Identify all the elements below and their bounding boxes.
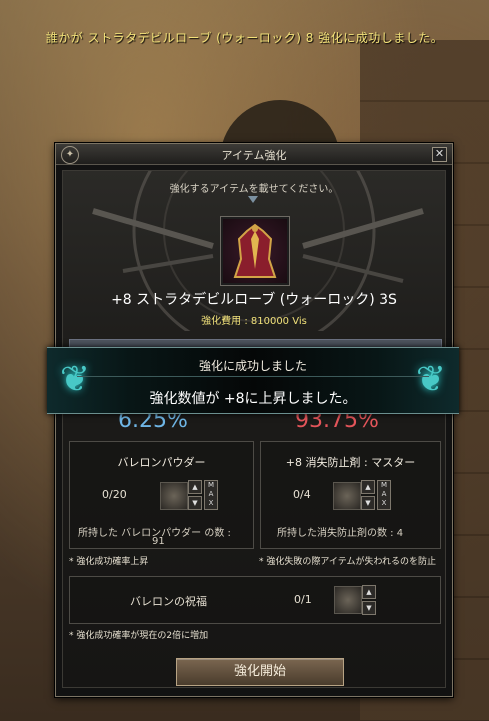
instruction-text: 強化するアイテムを載せてください。 (169, 184, 339, 195)
banner-divider (77, 376, 429, 377)
decrease-arrow-icon[interactable]: ▼ (362, 601, 376, 615)
window-titlebar[interactable]: ✦ アイテム強化 ✕ (56, 144, 452, 165)
material-right-count: 0/4 (293, 488, 311, 501)
material-left-title: バレロンパウダー (117, 456, 206, 469)
success-banner: ❦ ❦ 強化に成功しました 強化数値が +8に上昇しました。 (47, 347, 459, 414)
blessing-count: 0/1 (294, 593, 312, 606)
blessing-stepper[interactable]: ▲ ▼ (362, 585, 376, 617)
item-name: +8 ストラタデビルローブ (ウォーロック) 3S (111, 292, 397, 308)
enhance-cost: 強化費用 : 810000 Vis (201, 316, 307, 327)
increase-arrow-icon[interactable]: ▲ (188, 480, 202, 494)
down-arrow-icon (248, 196, 258, 203)
protector-icon[interactable] (333, 482, 361, 510)
item-slot[interactable] (220, 216, 290, 286)
increase-arrow-icon[interactable]: ▲ (361, 480, 375, 494)
increase-arrow-icon[interactable]: ▲ (362, 585, 376, 599)
banner-title: 強化に成功しました (198, 359, 307, 373)
close-icon[interactable]: ✕ (432, 147, 447, 162)
material-left-count: 0/20 (102, 488, 127, 501)
material-right-title: +8 消失防止剤 : マスター (285, 456, 416, 469)
material-left-box: バレロンパウダー 0/20 ▲ ▼ MAX 所持した バレロンパウダー の数 :… (69, 441, 254, 549)
decrease-arrow-icon[interactable]: ▼ (361, 496, 375, 510)
powder-icon[interactable] (160, 482, 188, 510)
banner-message: 強化数値が +8に上昇しました。 (149, 391, 357, 407)
enhance-panel: 強化するアイテムを載せてください。 +8 ストラタデビルローブ (ウォーロック)… (62, 170, 446, 688)
enhance-window: ✦ アイテム強化 ✕ 強化するアイテムを載せてください。 +8 ストラタデビルロ… (55, 143, 453, 697)
robe-icon (233, 223, 277, 278)
material-right-box: +8 消失防止剤 : マスター 0/4 ▲ ▼ MAX 所持した消失防止剤の数 … (260, 441, 441, 549)
blessing-box: バレロンの祝福 0/1 ▲ ▼ (69, 576, 441, 624)
decrease-arrow-icon[interactable]: ▼ (188, 496, 202, 510)
material-right-owned: 所持した消失防止剤の数 : 4 (277, 528, 404, 539)
window-title: アイテム強化 (221, 149, 287, 162)
max-button[interactable]: MAX (204, 480, 218, 510)
material-left-note: * 強化成功確率上昇 (69, 557, 149, 567)
system-message: 誰かが ストラタデビルローブ (ウォーロック) 8 強化に成功しました。 (45, 31, 444, 45)
material-left-stepper[interactable]: ▲ ▼ (188, 480, 202, 512)
blessing-title: バレロンの祝福 (130, 595, 207, 608)
blessing-note: * 強化成功確率が現在の2倍に増加 (69, 631, 209, 641)
material-right-note: * 強化失敗の際アイテムが失われるのを防止 (259, 557, 437, 567)
blessing-icon[interactable] (334, 586, 362, 614)
material-left-owned-count: 91 (152, 536, 165, 547)
max-button[interactable]: MAX (377, 480, 391, 510)
material-right-stepper[interactable]: ▲ ▼ (361, 480, 375, 512)
start-enhance-button[interactable]: 強化開始 (176, 658, 344, 686)
